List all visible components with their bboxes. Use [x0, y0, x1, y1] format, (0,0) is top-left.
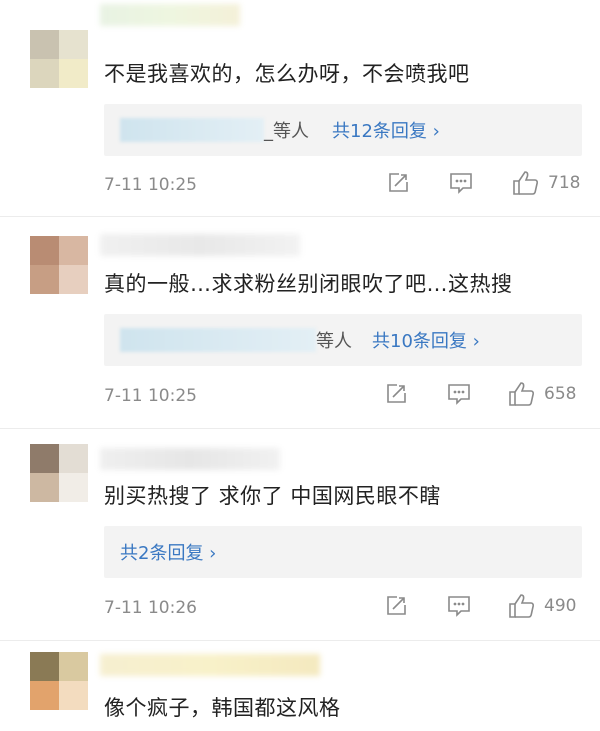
- comment-text: 像个疯子，韩国都这风格: [104, 696, 341, 720]
- comment-item: 像个疯子，韩国都这风格: [0, 640, 600, 731]
- comment-item: 别买热搜了 求你了 中国网民眼不瞎 共2条回复 › 7-11 10:26 490: [0, 428, 600, 638]
- reply-users-suffix: 等人: [316, 331, 352, 352]
- share-button[interactable]: [384, 594, 408, 618]
- username-blurred[interactable]: [100, 654, 320, 676]
- avatar[interactable]: [30, 652, 88, 710]
- like-count: 658: [544, 384, 577, 404]
- avatar[interactable]: [30, 236, 88, 294]
- comment-time: 7-11 10:25: [104, 386, 197, 406]
- comment-icon: [448, 171, 474, 195]
- comment-item: 真的一般…求求粉丝别闭眼吹了吧…这热搜 等人 共10条回复 › 7-11 10:…: [0, 216, 600, 426]
- comment-icon: [446, 594, 472, 618]
- username-blurred[interactable]: [100, 234, 300, 256]
- like-icon: [512, 170, 540, 196]
- reply-button[interactable]: [446, 594, 472, 618]
- reply-preview-box[interactable]: 共2条回复 ›: [104, 526, 582, 578]
- share-button[interactable]: [386, 171, 410, 195]
- avatar[interactable]: [30, 30, 88, 88]
- like-button[interactable]: 658: [508, 381, 576, 407]
- reply-button[interactable]: [446, 382, 472, 406]
- share-icon: [386, 171, 410, 195]
- username-blurred[interactable]: [100, 448, 280, 470]
- reply-users-suffix: _等人: [264, 121, 309, 142]
- comment-item: 不是我喜欢的，怎么办呀，不会喷我吧 _等人 共12条回复 › 7-11 10:2…: [0, 0, 600, 210]
- comment-text: 不是我喜欢的，怎么办呀，不会喷我吧: [104, 62, 470, 86]
- share-button[interactable]: [384, 382, 408, 406]
- like-count: 490: [544, 596, 577, 616]
- reply-users-blurred: [120, 328, 316, 352]
- comment-time: 7-11 10:26: [104, 598, 197, 618]
- reply-count-link[interactable]: 共12条回复 ›: [332, 117, 440, 143]
- reply-preview-box[interactable]: 等人 共10条回复 ›: [104, 314, 582, 366]
- username-blurred[interactable]: [100, 4, 240, 26]
- share-icon: [384, 594, 408, 618]
- share-icon: [384, 382, 408, 406]
- reply-count-link[interactable]: 共10条回复 ›: [372, 327, 480, 353]
- reply-preview-box[interactable]: _等人 共12条回复 ›: [104, 104, 582, 156]
- like-button[interactable]: 490: [508, 593, 576, 619]
- like-button[interactable]: 718: [512, 170, 580, 196]
- comment-icon: [446, 382, 472, 406]
- comment-text: 别买热搜了 求你了 中国网民眼不瞎: [104, 484, 441, 508]
- comment-time: 7-11 10:25: [104, 175, 197, 195]
- comment-text: 真的一般…求求粉丝别闭眼吹了吧…这热搜: [104, 272, 513, 296]
- reply-count-link[interactable]: 共2条回复 ›: [120, 539, 216, 565]
- avatar[interactable]: [30, 444, 88, 502]
- reply-users-blurred: [120, 118, 264, 142]
- reply-button[interactable]: [448, 171, 474, 195]
- like-icon: [508, 381, 536, 407]
- like-count: 718: [548, 173, 581, 193]
- like-icon: [508, 593, 536, 619]
